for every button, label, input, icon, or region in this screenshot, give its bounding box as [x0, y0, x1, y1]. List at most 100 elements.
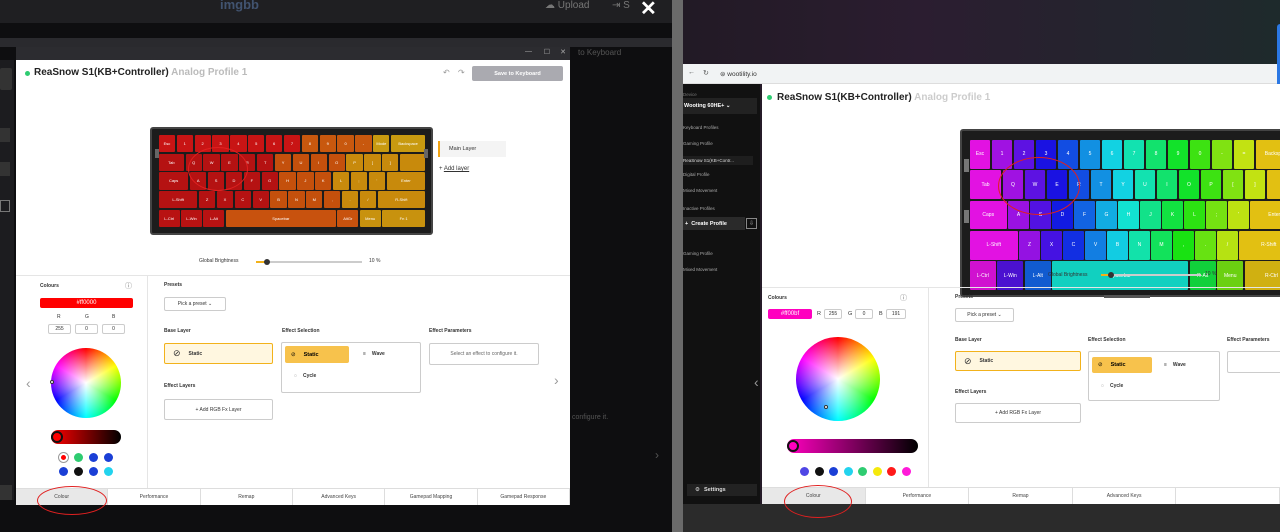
tab-performance[interactable]: Performance [108, 489, 201, 505]
key-0-1[interactable]: 1 [991, 139, 1013, 169]
tab-advanced-keys[interactable]: Advanced Keys [293, 489, 386, 505]
key-1-0[interactable]: Tab [158, 153, 184, 171]
key-3-0[interactable]: L-Shift [158, 191, 198, 209]
close-icon[interactable]: ✕ [640, 0, 657, 21]
chevron-right-icon-app[interactable]: › [554, 372, 559, 388]
g-input[interactable]: 0 [75, 324, 98, 334]
sidebar-item[interactable]: Mixed Movement [683, 188, 717, 193]
key-1-6[interactable]: Y [1112, 170, 1134, 199]
tab-remap[interactable]: Remap [201, 489, 293, 505]
key-3-7[interactable]: M [1151, 231, 1172, 260]
g-input[interactable]: 0 [855, 309, 873, 319]
color-swatch[interactable] [59, 467, 68, 476]
sidebar-item[interactable]: Gaming Profile [683, 141, 713, 146]
key-2-0[interactable]: Caps [969, 200, 1007, 230]
key-3-11[interactable]: R-Shift [377, 191, 426, 209]
key-3-1[interactable]: Z [1019, 231, 1040, 260]
key-1-11[interactable]: [ [1222, 170, 1244, 199]
color-wheel[interactable] [796, 337, 880, 421]
upload-link[interactable]: ☁ Upload [545, 0, 589, 11]
key-4-0[interactable]: L-Ctrl [158, 210, 180, 228]
key-3-11[interactable]: R-Shift [1239, 231, 1280, 260]
value-slider[interactable] [51, 430, 121, 444]
color-swatch[interactable] [843, 467, 853, 476]
color-swatch[interactable] [104, 467, 113, 476]
key-0-11[interactable]: - [355, 134, 372, 152]
base-static-button[interactable]: ⊘ Static [955, 351, 1081, 371]
value-slider[interactable] [787, 439, 918, 453]
color-swatch[interactable] [901, 467, 911, 476]
key-0-9[interactable]: 9 [1167, 139, 1189, 169]
key-3-3[interactable]: C [1063, 231, 1084, 260]
key-0-8[interactable]: 8 [301, 134, 318, 152]
key-0-10[interactable]: 0 [337, 134, 354, 152]
wheel-handle[interactable] [824, 405, 828, 409]
settings-button[interactable]: ⚙ Settings [687, 484, 757, 496]
tab-performance[interactable]: Performance [866, 488, 970, 504]
key-3-6[interactable]: N [288, 191, 305, 209]
key-3-0[interactable]: L-Shift [969, 231, 1018, 260]
key-1-8[interactable]: I [1156, 170, 1178, 199]
key-1-8[interactable]: I [310, 153, 327, 171]
key-4-1[interactable]: L-Win [181, 210, 202, 228]
wheel-handle[interactable] [50, 380, 54, 384]
key-1-10[interactable]: P [346, 153, 363, 171]
tab-gamepad-mapping[interactable]: Gamepad Mapping [385, 489, 478, 505]
sidebar-item[interactable]: Digital Profile [683, 172, 710, 177]
save-to-keyboard-button[interactable]: Save to Keyboard [472, 66, 563, 81]
key-2-12[interactable]: Enter [1250, 200, 1280, 230]
maximize-icon[interactable]: ☐ [544, 48, 550, 56]
key-1-13[interactable]: \ [1266, 170, 1280, 199]
key-3-5[interactable]: B [270, 191, 287, 209]
sidebar-item[interactable]: Inactive Profiles [683, 206, 715, 211]
color-swatch[interactable] [89, 453, 98, 462]
create-profile-button[interactable]: + Create Profile [683, 217, 745, 230]
key-2-8[interactable]: K [315, 172, 332, 190]
key-4-0[interactable]: L-Ctrl [969, 261, 996, 291]
key-2-7[interactable]: J [1140, 200, 1161, 230]
key-3-4[interactable]: V [252, 191, 269, 209]
key-1-0[interactable]: Tab [969, 170, 1002, 199]
r-input[interactable]: 255 [48, 324, 71, 334]
layer-main[interactable]: Main Layer [438, 141, 506, 157]
tab-advanced-keys[interactable]: Advanced Keys [1073, 488, 1177, 504]
key-0-7[interactable]: 7 [1123, 139, 1145, 169]
key-1-7[interactable]: U [1134, 170, 1156, 199]
redo-icon[interactable]: ↷ [458, 68, 465, 77]
key-2-7[interactable]: J [297, 172, 314, 190]
brightness-slider[interactable] [256, 259, 362, 265]
key-0-1[interactable]: 1 [176, 134, 193, 152]
sidebar-item[interactable]: Gaming Profile [683, 251, 713, 256]
key-2-10[interactable]: ; [350, 172, 368, 190]
key-0-0[interactable]: Esc [158, 134, 176, 152]
key-3-6[interactable]: N [1129, 231, 1150, 260]
back-icon[interactable]: ← [688, 69, 695, 76]
effect-cycle-option[interactable]: ◌ Cycle [1101, 383, 1123, 389]
key-2-11[interactable]: ' [1228, 200, 1249, 230]
color-swatch[interactable] [74, 453, 83, 462]
key-2-6[interactable]: H [1118, 200, 1139, 230]
key-3-10[interactable]: / [359, 191, 377, 209]
key-3-10[interactable]: / [1217, 231, 1238, 260]
color-swatch[interactable] [814, 467, 824, 476]
key-3-2[interactable]: X [1041, 231, 1062, 260]
tab-more[interactable] [1176, 488, 1280, 504]
b-input[interactable]: 0 [102, 324, 125, 334]
effect-wave-option[interactable]: ≡ Wave [1164, 362, 1186, 368]
key-3-8[interactable]: , [324, 191, 341, 209]
key-2-4[interactable]: F [1074, 200, 1095, 230]
chevron-left-icon[interactable]: ‹ [26, 375, 31, 391]
key-4-6[interactable]: Fn 1 [382, 210, 426, 228]
preset-select[interactable]: Pick a preset ⌄ [955, 308, 1014, 322]
key-0-10[interactable]: 0 [1189, 139, 1211, 169]
key-1-9[interactable]: O [1178, 170, 1200, 199]
effect-static-option[interactable]: ⊘ Static [285, 346, 349, 363]
key-0-12[interactable]: Mode [373, 134, 390, 152]
key-2-9[interactable]: L [333, 172, 350, 190]
color-swatch[interactable] [104, 453, 113, 462]
color-swatch[interactable] [89, 467, 98, 476]
key-1-13[interactable] [400, 153, 426, 171]
url-bar[interactable]: ⊜ wootility.io [720, 70, 757, 78]
key-0-13[interactable]: Backspace [391, 134, 426, 152]
add-rgb-fx-layer-button[interactable]: + Add RGB Fx Layer [164, 399, 273, 420]
